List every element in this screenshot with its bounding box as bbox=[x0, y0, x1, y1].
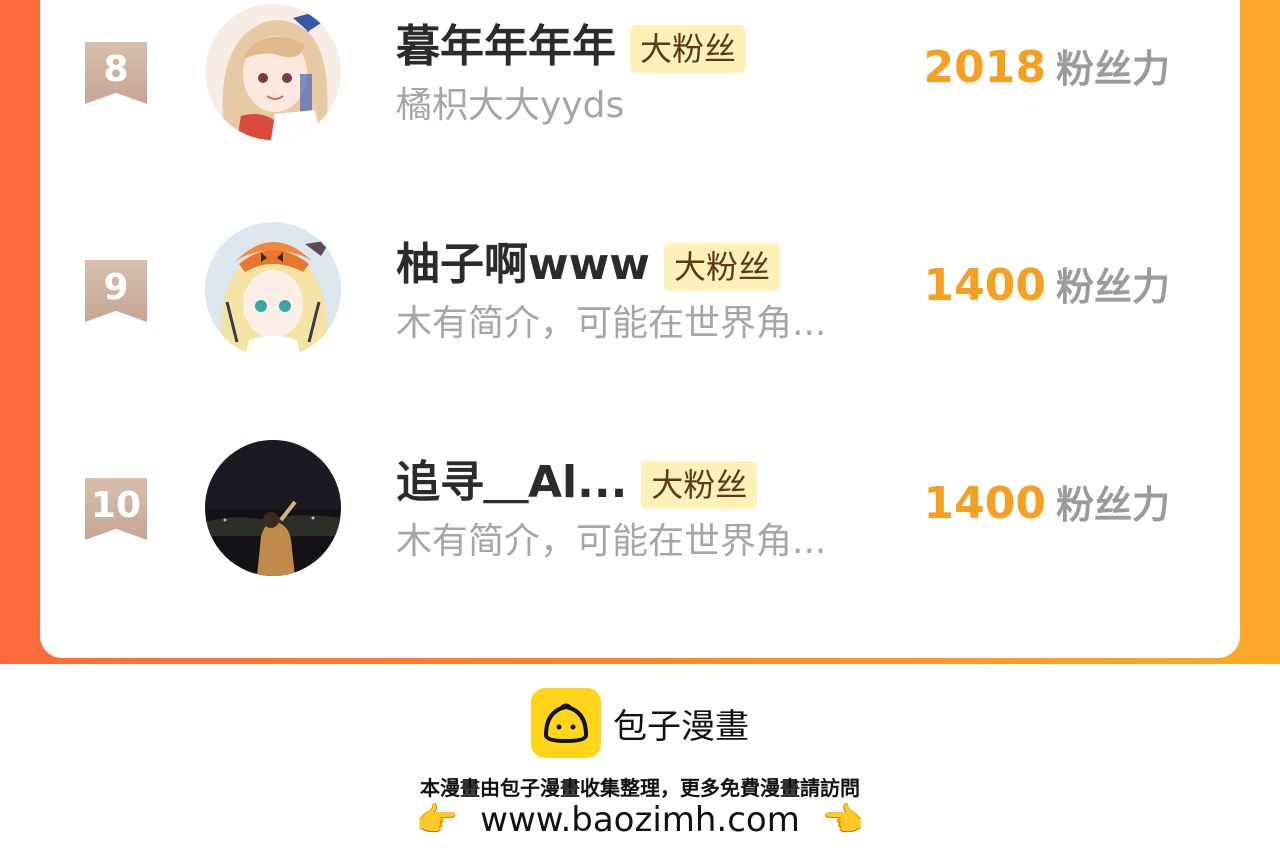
footer-notice: 本漫畫由包子漫畫收集整理，更多免費漫畫請訪問 bbox=[420, 776, 860, 800]
footer-url-row[interactable]: 👉 www.baozimh.com 👈 bbox=[0, 800, 1280, 840]
fan-power-score: 2018 粉丝力 bbox=[924, 38, 1170, 93]
fan-power-score: 1400 粉丝力 bbox=[924, 256, 1170, 311]
brand-name: 包子漫畫 bbox=[613, 706, 749, 747]
ranking-card: 8 暮年年年年 大粉丝 橘枳大大yyds 2018 粉丝力 9 柚子啊www 大… bbox=[40, 0, 1240, 658]
user-name[interactable]: 暮年年年年 大粉丝 bbox=[396, 10, 747, 74]
bun-logo-icon bbox=[531, 688, 601, 758]
pointing-right-icon: 👉 bbox=[415, 800, 459, 840]
ranking-row[interactable]: 9 柚子啊www 大粉丝 木有简介，可能在世界角... 1400 粉丝力 bbox=[40, 218, 1240, 368]
pointing-left-icon: 👈 bbox=[821, 800, 865, 840]
fan-level-badge: 大粉丝 bbox=[641, 461, 758, 509]
fan-power-score: 1400 粉丝力 bbox=[924, 474, 1170, 529]
avatar[interactable] bbox=[205, 222, 341, 358]
fan-power-value: 1400 bbox=[923, 260, 1046, 311]
fan-power-value: 2018 bbox=[923, 42, 1046, 93]
fan-level-badge: 大粉丝 bbox=[663, 243, 780, 291]
user-bio: 木有简介，可能在世界角... bbox=[396, 521, 827, 562]
avatar[interactable] bbox=[205, 440, 341, 576]
fan-level-badge: 大粉丝 bbox=[630, 25, 747, 73]
site-url-link[interactable]: www.baozimh.com bbox=[480, 800, 800, 840]
fan-power-unit: 粉丝力 bbox=[1055, 47, 1170, 91]
user-name[interactable]: 追寻＿Al... 大粉丝 bbox=[396, 446, 758, 510]
fan-power-value: 1400 bbox=[923, 478, 1046, 529]
avatar[interactable] bbox=[205, 4, 341, 140]
footer-brand[interactable]: 包子漫畫 bbox=[0, 688, 1280, 758]
user-name-text[interactable]: 暮年年年年 bbox=[396, 21, 616, 72]
user-bio: 木有简介，可能在世界角... bbox=[396, 303, 827, 344]
user-name-text[interactable]: 柚子啊www bbox=[396, 239, 650, 290]
rank-badge: 10 bbox=[85, 478, 147, 540]
user-name-text[interactable]: 追寻＿Al... bbox=[396, 457, 627, 508]
ranking-row[interactable]: 8 暮年年年年 大粉丝 橘枳大大yyds 2018 粉丝力 bbox=[40, 0, 1240, 150]
user-name[interactable]: 柚子啊www 大粉丝 bbox=[396, 228, 780, 292]
ranking-row[interactable]: 10 追寻＿Al... 大粉丝 木有简介，可能在世界角... 1400 粉丝力 bbox=[40, 436, 1240, 586]
fan-power-unit: 粉丝力 bbox=[1055, 265, 1170, 309]
user-bio: 橘枳大大yyds bbox=[396, 85, 625, 126]
rank-badge: 9 bbox=[85, 260, 147, 322]
rank-badge: 8 bbox=[85, 42, 147, 104]
fan-power-unit: 粉丝力 bbox=[1055, 483, 1170, 527]
